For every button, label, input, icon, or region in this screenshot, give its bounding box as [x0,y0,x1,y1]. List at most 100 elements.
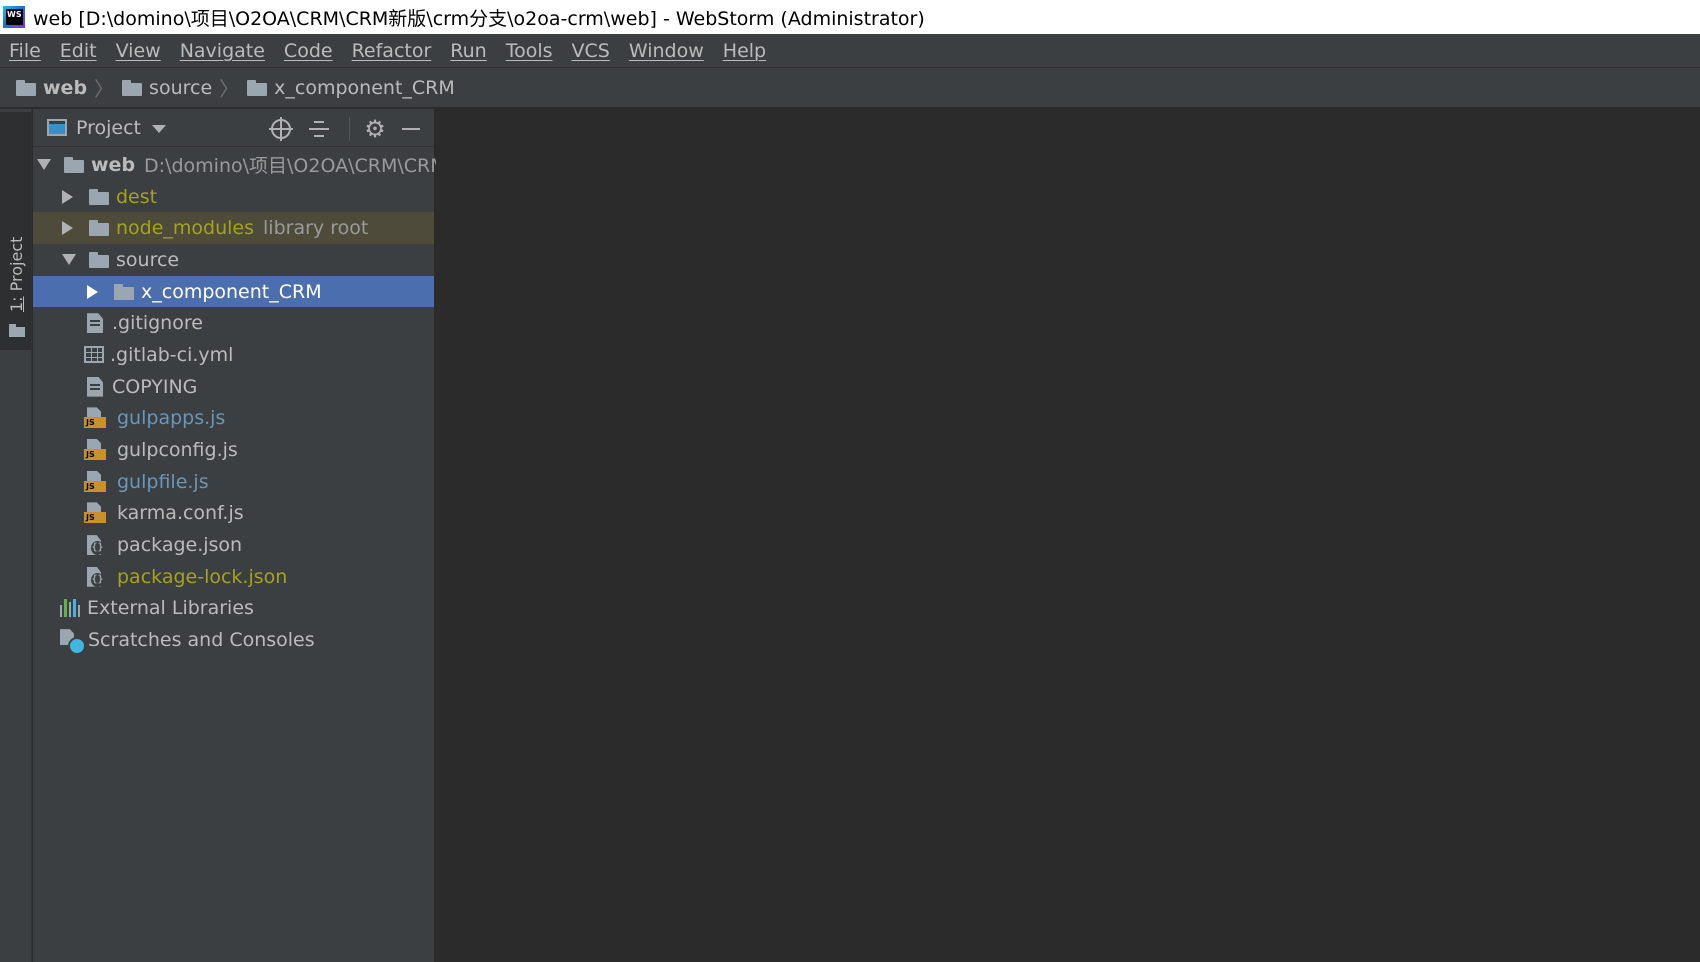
libraries-icon [60,599,81,618]
toolbar-divider [349,117,350,141]
breadcrumb-label: source [149,76,213,99]
tree-node-label: External Libraries [87,597,254,620]
tree-node-label: gulpfile.js [117,470,209,493]
dropdown-caret-icon[interactable] [152,124,167,133]
menu-file[interactable]: File [9,40,41,62]
minimize-icon [402,128,420,130]
tree-node-label: source [116,248,180,271]
library-root-tag: library root [263,217,369,240]
json-file-icon [85,535,105,556]
project-tool-tab-label: 1: Project [7,236,26,312]
folder-icon [89,251,109,268]
folder-icon [247,79,268,96]
tree-node-label: COPYING [112,375,198,398]
breadcrumb-item-web[interactable]: web [16,77,87,99]
folder-icon [16,79,36,96]
menu-help[interactable]: Help [723,40,766,62]
tree-node-copying[interactable]: COPYING [33,371,434,403]
folder-icon [9,324,25,337]
menu-edit[interactable]: Edit [60,40,97,62]
tree-node-gulpconfig[interactable]: gulpconfig.js [33,434,434,466]
left-tool-stripe: 1: Project [0,109,32,962]
menu-bar: File Edit View Navigate Code Refactor Ru… [0,34,1700,67]
project-panel-header: Project ⚙ [33,109,434,147]
editor-area[interactable] [436,109,1700,962]
json-file-icon [85,567,105,587]
menu-navigate[interactable]: Navigate [180,40,265,62]
tree-node-karma-conf[interactable]: karma.conf.js [33,498,434,530]
breadcrumb: web 〉 source 〉 x_component_CRM [0,67,1700,109]
title-bar: web [D:\domino\项目\O2OA\CRM\CRM新版\crm分支\o… [0,0,1700,34]
folder-icon [64,156,84,173]
tree-node-label: gulpapps.js [117,407,226,430]
breadcrumb-item-source[interactable]: source [122,77,212,99]
webstorm-logo-icon [3,6,25,28]
collapse-arrow-icon[interactable] [87,284,98,299]
project-view-icon [47,119,67,136]
collapse-arrow-icon[interactable] [62,221,73,236]
js-file-icon [84,502,106,524]
tree-node-gulpapps[interactable]: gulpapps.js [33,403,434,435]
tree-node-package-lock[interactable]: package-lock.json [33,561,434,593]
project-tool-tab[interactable]: 1: Project [0,112,31,350]
breadcrumb-item-x-component-crm[interactable]: x_component_CRM [247,77,455,99]
expand-arrow-icon[interactable] [37,159,51,171]
menu-window[interactable]: Window [629,40,704,62]
menu-vcs[interactable]: VCS [572,40,610,62]
breadcrumb-label: x_component_CRM [274,76,455,99]
menu-tools[interactable]: Tools [506,40,553,62]
project-panel: Project ⚙ web D:\domino\项目\O2OA\CRM\CRM新… [33,109,708,962]
window-title: web [D:\domino\项目\O2OA\CRM\CRM新版\crm分支\o… [33,7,925,30]
locate-icon [269,117,293,141]
tree-node-label: .gitignore [112,312,203,335]
tree-node-label: karma.conf.js [117,502,244,525]
tree-node-label: .gitlab-ci.yml [110,343,234,366]
js-file-icon [84,407,106,429]
folder-icon [89,188,109,205]
scratches-icon [60,629,86,656]
tree-node-source[interactable]: source [33,244,434,276]
folder-icon [114,283,134,300]
tree-node-label: Scratches and Consoles [88,629,315,652]
menu-code[interactable]: Code [284,40,333,62]
tree-node-gulpfile[interactable]: gulpfile.js [33,466,434,498]
project-tree: web D:\domino\项目\O2OA\CRM\CRM新版\crm分支\o2… [33,147,708,656]
tree-node-gitignore[interactable]: .gitignore [33,307,434,339]
folder-icon [122,79,143,96]
tree-node-dest[interactable]: dest [33,181,434,213]
collapse-all-button[interactable] [307,117,331,141]
tree-node-label: x_component_CRM [141,280,322,303]
menu-run[interactable]: Run [450,40,486,62]
expand-arrow-icon[interactable] [62,254,76,266]
menu-refactor[interactable]: Refactor [352,40,432,62]
tree-node-label: package.json [117,534,243,557]
settings-button[interactable]: ⚙ [363,117,387,141]
breadcrumb-label: web [43,76,88,99]
tree-node-label: package-lock.json [117,565,288,588]
tree-node-scratches[interactable]: Scratches and Consoles [33,624,434,656]
tree-node-gitlab-ci[interactable]: .gitlab-ci.yml [33,339,434,371]
breadcrumb-separator: 〉 [94,77,115,101]
folder-icon [89,220,109,237]
tree-node-external-libraries[interactable]: External Libraries [33,593,434,625]
yaml-file-icon [84,346,104,364]
breadcrumb-separator: 〉 [219,77,240,101]
text-file-icon [87,376,103,397]
menu-view[interactable]: View [116,40,161,62]
tree-node-web[interactable]: web D:\domino\项目\O2OA\CRM\CRM新版\crm分支\o2… [33,149,708,181]
js-file-icon [84,471,106,493]
tree-node-node-modules[interactable]: node_modules library root [33,212,434,245]
locate-button[interactable] [269,117,293,141]
tree-node-label: node_modules [116,217,255,240]
project-view-selector[interactable]: Project [76,117,141,139]
tree-node-x-component-crm[interactable]: x_component_CRM [33,275,434,308]
gear-icon: ⚙ [364,115,386,143]
collapse-arrow-icon[interactable] [62,189,73,204]
hide-panel-button[interactable] [399,117,423,141]
js-file-icon [84,439,106,461]
tree-node-label: gulpconfig.js [117,439,238,462]
tree-node-package-json[interactable]: package.json [33,529,434,561]
tree-node-label: web [91,153,136,176]
text-file-icon [87,313,103,334]
tree-node-label: dest [116,185,158,208]
